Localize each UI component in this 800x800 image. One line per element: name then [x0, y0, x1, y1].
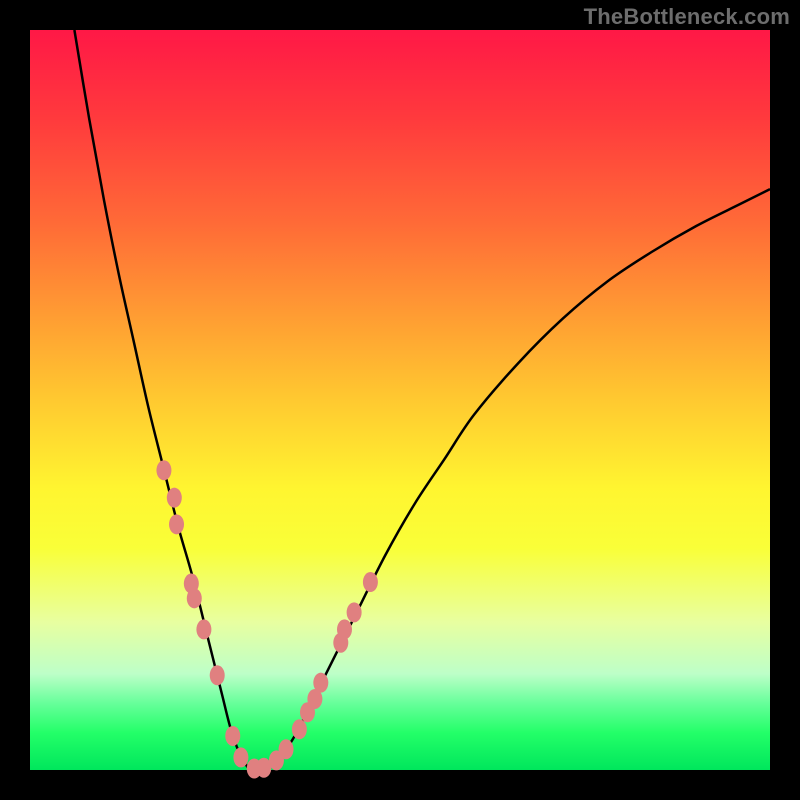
data-marker	[363, 572, 378, 592]
data-marker	[187, 588, 202, 608]
data-marker	[292, 719, 307, 739]
data-markers	[156, 460, 377, 778]
data-marker	[225, 726, 240, 746]
data-marker	[196, 619, 211, 639]
bottleneck-curve	[74, 30, 770, 770]
data-marker	[156, 460, 171, 480]
data-marker	[313, 673, 328, 693]
data-marker	[347, 602, 362, 622]
data-marker	[279, 739, 294, 759]
data-marker	[167, 488, 182, 508]
data-marker	[233, 747, 248, 767]
data-marker	[169, 514, 184, 534]
data-marker	[210, 665, 225, 685]
data-marker	[337, 619, 352, 639]
chart-plot	[30, 30, 770, 770]
attribution-label: TheBottleneck.com	[584, 4, 790, 30]
